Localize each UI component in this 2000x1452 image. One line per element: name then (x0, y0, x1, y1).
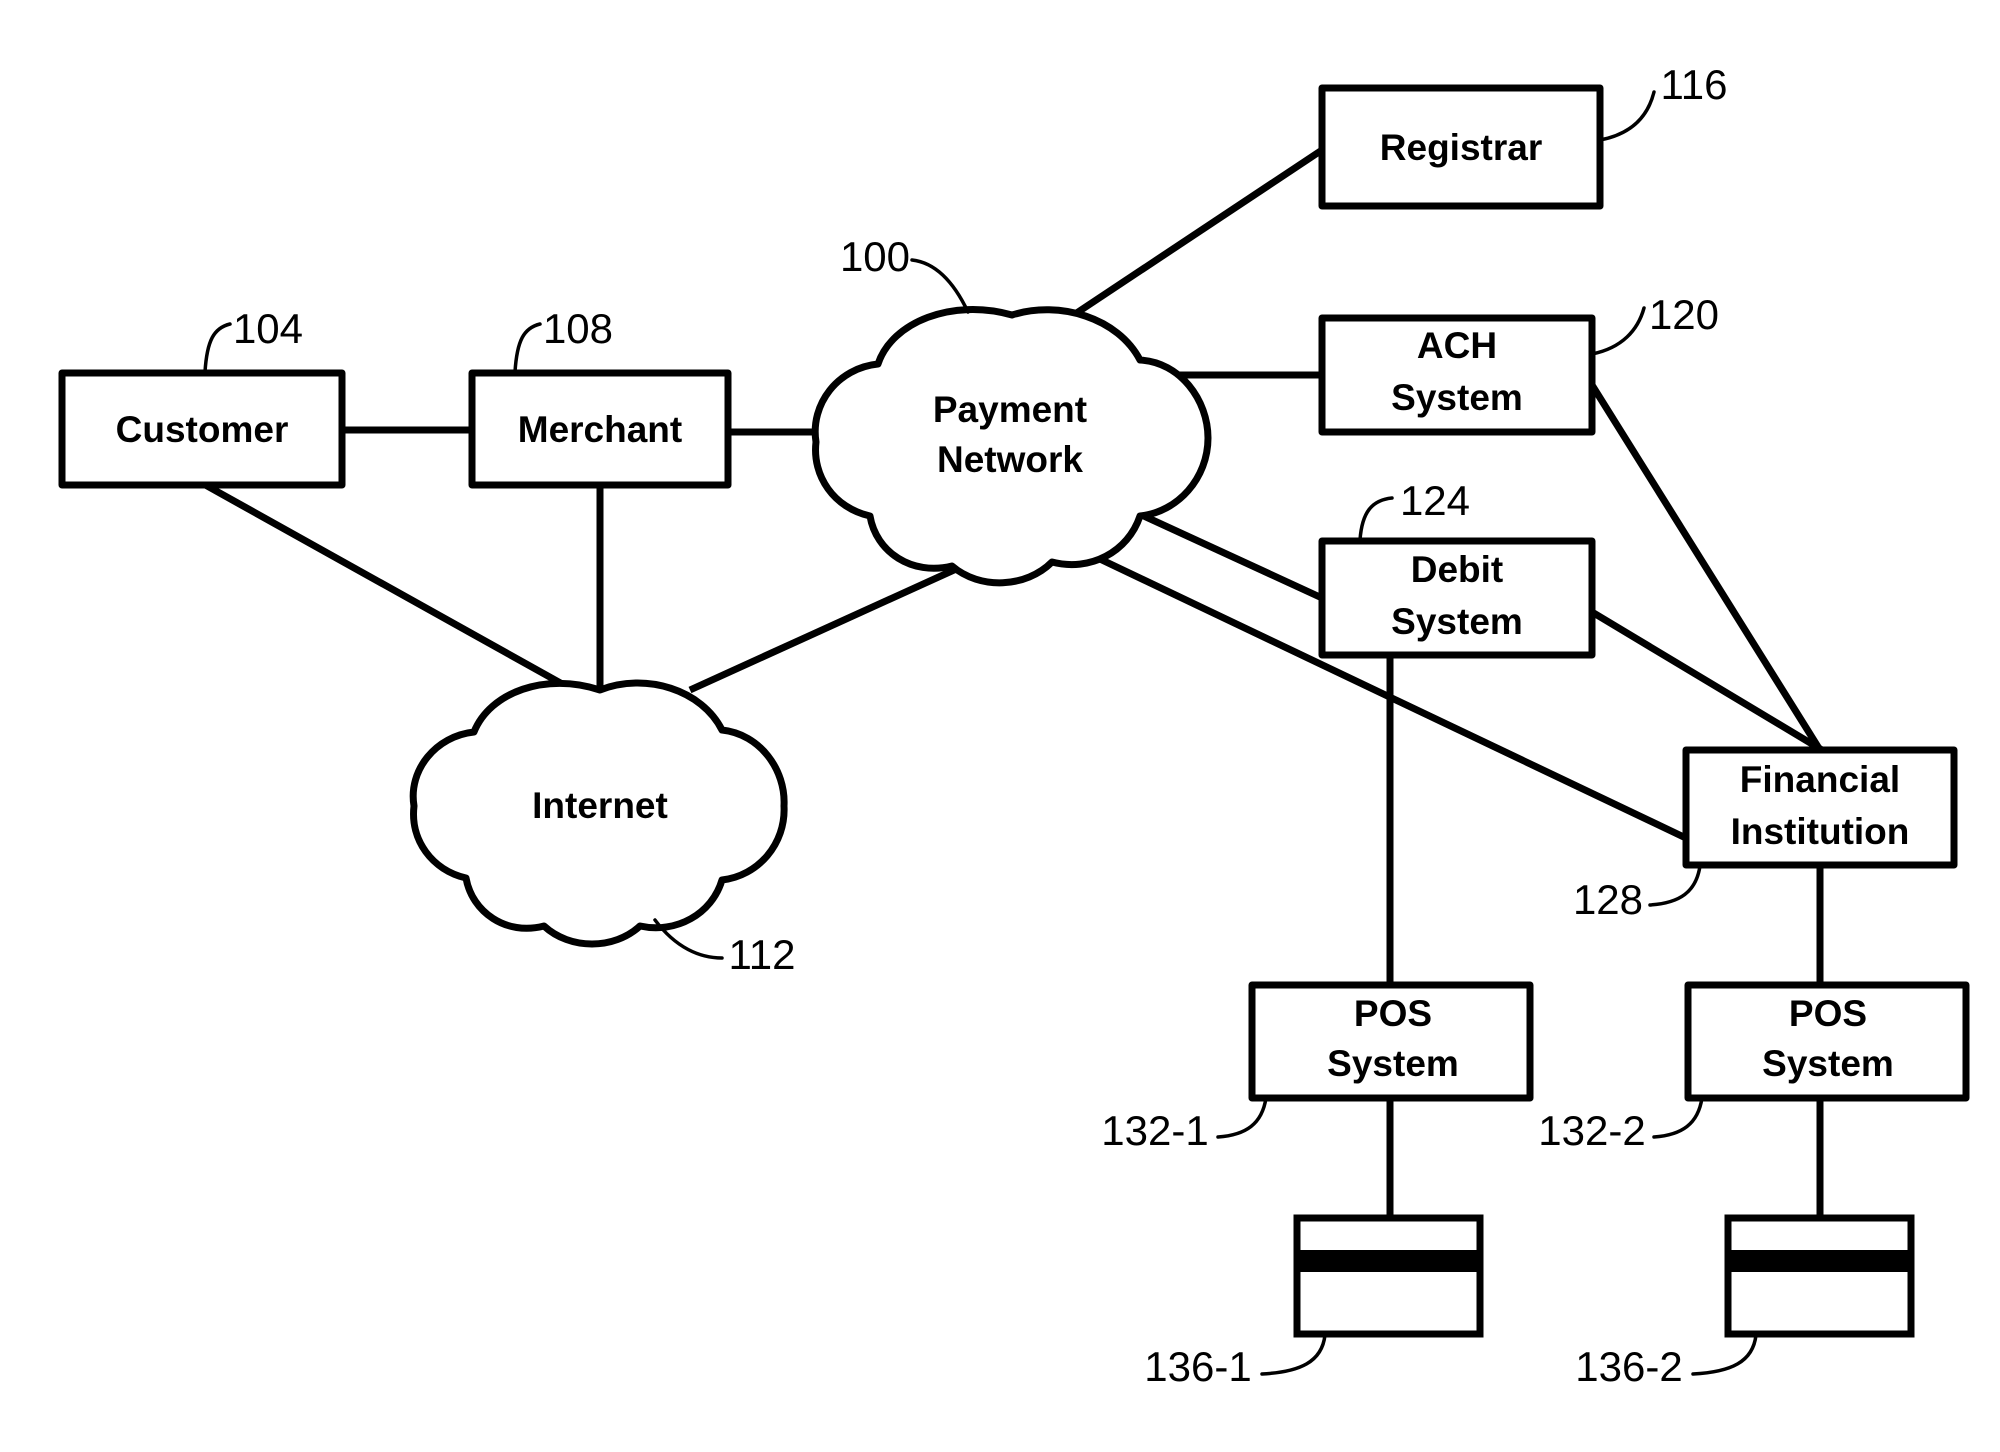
link-customer-internet (198, 478, 602, 709)
leader-line-108 (513, 322, 542, 374)
ref-label-136-2: 136-2 (1575, 1343, 1682, 1390)
leader-line-132-2 (1652, 1096, 1704, 1139)
ref-callout-registrar: 116 (1598, 61, 1728, 142)
network-diagram: Customer 104 Merchant 108 Payment Networ… (58, 61, 1970, 1390)
card-1-magnetic-stripe (1297, 1250, 1480, 1272)
pos-system-2-label-line1: POS (1789, 993, 1867, 1034)
node-payment-network[interactable]: Payment Network (811, 305, 1212, 587)
link-ach-financial-institution (1589, 383, 1823, 752)
ref-callout-debit-system: 124 (1358, 477, 1470, 542)
node-debit-system[interactable]: Debit System (1318, 537, 1596, 659)
ref-label-132-1: 132-1 (1101, 1107, 1208, 1154)
ref-callout-pos-system-2: 132-2 (1538, 1096, 1704, 1154)
pos-system-1-label-line1: POS (1354, 993, 1432, 1034)
ref-callout-merchant: 108 (513, 305, 613, 374)
card-2-magnetic-stripe (1728, 1250, 1911, 1272)
payment-network-label-line1: Payment (933, 389, 1087, 430)
ref-label-100: 100 (840, 233, 910, 280)
leader-line-128 (1648, 864, 1702, 907)
pos-system-2-label-line2: System (1762, 1043, 1894, 1084)
ref-label-112: 112 (729, 931, 796, 978)
leader-line-136-2 (1691, 1333, 1758, 1376)
financial-institution-label-line1: Financial (1740, 759, 1900, 800)
leader-line-100 (910, 258, 970, 314)
merchant-label: Merchant (518, 409, 682, 450)
ref-callout-payment-network: 100 (840, 233, 970, 314)
ref-label-136-1: 136-1 (1144, 1343, 1251, 1390)
ref-callout-card-2: 136-2 (1575, 1333, 1758, 1390)
leader-line-124 (1358, 496, 1394, 542)
ref-label-108: 108 (543, 305, 613, 352)
node-registrar[interactable]: Registrar (1318, 84, 1604, 210)
ref-callout-ach-system: 120 (1590, 291, 1719, 356)
ref-callout-internet: 112 (653, 918, 796, 978)
card-1-body[interactable] (1293, 1214, 1484, 1338)
ref-label-124: 124 (1400, 477, 1470, 524)
node-pos-system-1[interactable]: POS System (1248, 981, 1534, 1102)
leader-line-132-1 (1216, 1096, 1268, 1139)
ref-label-128: 128 (1573, 876, 1643, 923)
debit-system-label-line1: Debit (1411, 549, 1504, 590)
ref-callout-financial-institution: 128 (1573, 864, 1702, 923)
payment-network-label-line2: Network (937, 439, 1083, 480)
leader-line-116 (1598, 90, 1656, 142)
node-customer[interactable]: Customer (58, 369, 346, 489)
ref-label-116: 116 (1661, 61, 1728, 108)
node-pos-system-2[interactable]: POS System (1684, 981, 1970, 1102)
registrar-label: Registrar (1380, 127, 1542, 168)
node-ach-system[interactable]: ACH System (1318, 314, 1596, 436)
debit-system-label-line2: System (1391, 601, 1523, 642)
leader-line-104 (203, 322, 232, 374)
internet-label: Internet (532, 785, 668, 826)
link-payment-network-registrar (1046, 147, 1324, 335)
card-2-body[interactable] (1724, 1214, 1915, 1338)
ach-system-label-line2: System (1391, 377, 1523, 418)
node-merchant[interactable]: Merchant (468, 369, 732, 489)
ref-label-104: 104 (233, 305, 303, 352)
patent-figure-canvas: Customer 104 Merchant 108 Payment Networ… (0, 0, 2000, 1452)
ref-callout-customer: 104 (203, 305, 303, 374)
node-card-2[interactable] (1724, 1214, 1915, 1338)
leader-line-120 (1590, 306, 1646, 356)
node-card-1[interactable] (1293, 1214, 1484, 1338)
node-internet[interactable]: Internet (409, 679, 788, 948)
node-financial-institution[interactable]: Financial Institution (1682, 746, 1958, 869)
pos-system-1-label-line2: System (1327, 1043, 1459, 1084)
link-debit-financial-institution (1590, 608, 1824, 754)
ref-callout-card-1: 136-1 (1144, 1333, 1327, 1390)
financial-institution-label-line2: Institution (1731, 811, 1910, 852)
ref-callout-pos-system-1: 132-1 (1101, 1096, 1268, 1154)
ref-label-120: 120 (1649, 291, 1719, 338)
ach-system-label-line1: ACH (1417, 325, 1497, 366)
connection-lines (198, 147, 1824, 1218)
customer-label: Customer (116, 409, 289, 450)
leader-line-136-1 (1260, 1333, 1327, 1376)
ref-label-132-2: 132-2 (1538, 1107, 1645, 1154)
